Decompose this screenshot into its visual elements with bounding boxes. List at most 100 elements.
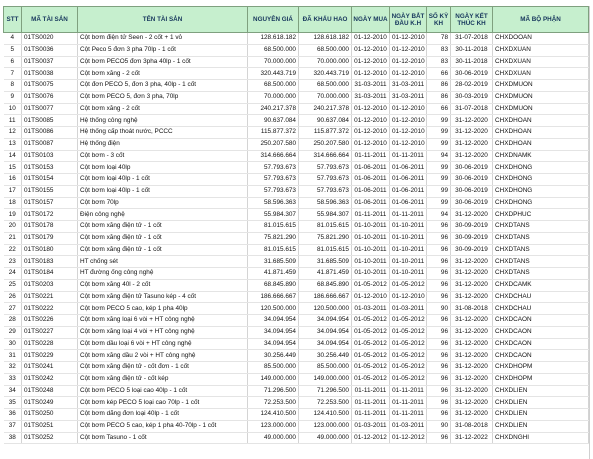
cell-department[interactable]: CHXDMUON: [492, 103, 589, 116]
cell-stt[interactable]: 13: [3, 138, 22, 151]
cell-purchase-date[interactable]: 01-05-2012: [351, 314, 390, 327]
cell-department[interactable]: CHXDHONG: [492, 173, 589, 186]
cell-depreciated[interactable]: 55.984.307: [298, 208, 352, 221]
cell-original-cost[interactable]: 41.871.459: [247, 267, 299, 280]
cell-end-date[interactable]: 31-12-2020: [450, 279, 493, 292]
cell-depreciated[interactable]: 75.821.290: [298, 232, 352, 245]
cell-asset-name[interactable]: Cột bơm PECO 5 loại cao 40lp - 1 cốt: [77, 385, 248, 398]
cell-depreciated[interactable]: 123.000.000: [298, 420, 352, 433]
cell-start-date[interactable]: 01-10-2011: [389, 220, 427, 233]
cell-end-date[interactable]: 31-12-2022: [450, 432, 493, 445]
cell-purchase-date[interactable]: 01-12-2010: [351, 138, 390, 151]
table-row[interactable]: 13 01TS0087 Hệ thống điện 250.207.580 250.20…: [3, 138, 589, 151]
cell-stt[interactable]: 8: [3, 79, 22, 92]
cell-asset-name[interactable]: Cột bơm kép PECO 5 loại cao 70lp - 1 cốt: [77, 396, 248, 409]
cell-asset-name[interactable]: Cột bơm loại 40lp - 1 cốt: [77, 173, 248, 186]
cell-end-date[interactable]: 30-11-2018: [450, 44, 493, 57]
cell-end-date[interactable]: 31-12-2020: [450, 326, 493, 339]
cell-asset-code[interactable]: 01TS0154: [21, 173, 78, 186]
cell-start-date[interactable]: 01-12-2010: [389, 126, 427, 139]
cell-periods[interactable]: 99: [426, 185, 451, 198]
cell-asset-code[interactable]: 01TS0036: [21, 44, 78, 57]
cell-department[interactable]: CHXDCHAU: [492, 291, 589, 304]
cell-original-cost[interactable]: 57.793.673: [247, 161, 299, 174]
column-header-department[interactable]: MÃ BỘ PHẬN: [492, 6, 589, 33]
cell-start-date[interactable]: 01-12-2010: [389, 103, 427, 116]
cell-start-date[interactable]: 01-11-2011: [389, 385, 427, 398]
cell-stt[interactable]: 11: [3, 114, 22, 127]
cell-stt[interactable]: 26: [3, 291, 22, 304]
cell-depreciated[interactable]: 58.596.363: [298, 197, 352, 210]
cell-original-cost[interactable]: 57.793.673: [247, 185, 299, 198]
cell-end-date[interactable]: 31-07-2018: [450, 103, 493, 116]
cell-asset-name[interactable]: Cột bơm PECO 5, đơn 3 pha, 70lp: [77, 91, 248, 104]
cell-periods[interactable]: 96: [426, 408, 451, 421]
cell-department[interactable]: CHXDNGHI: [492, 432, 589, 445]
cell-periods[interactable]: 86: [426, 79, 451, 92]
table-row[interactable]: 31 01TS0229 Cột bơm xăng dầu 2 vòi + HT cô…: [3, 349, 589, 362]
cell-depreciated[interactable]: 72.253.500: [298, 396, 352, 409]
cell-depreciated[interactable]: 68.845.890: [298, 279, 352, 292]
cell-asset-name[interactable]: Cột bơm xăng điện tử Tasuno kép - 4 cốt: [77, 291, 248, 304]
cell-original-cost[interactable]: 31.685.509: [247, 255, 299, 268]
cell-asset-code[interactable]: 01TS0157: [21, 197, 78, 210]
cell-purchase-date[interactable]: 01-11-2011: [351, 208, 390, 221]
cell-asset-code[interactable]: 01TS0241: [21, 361, 78, 374]
cell-asset-code[interactable]: 01TS0228: [21, 338, 78, 351]
cell-asset-name[interactable]: Cột bơm xăng loại 6 vòi + HT công nghệ: [77, 314, 248, 327]
cell-original-cost[interactable]: 75.821.290: [247, 232, 299, 245]
cell-original-cost[interactable]: 90.637.084: [247, 114, 299, 127]
cell-asset-name[interactable]: Cột bơm PECO5 đơn 3pha 40lp - 1 cốt: [77, 56, 248, 69]
cell-original-cost[interactable]: 314.666.664: [247, 150, 299, 163]
cell-department[interactable]: CHXDCAON: [492, 314, 589, 327]
cell-department[interactable]: CHXDHONG: [492, 185, 589, 198]
cell-stt[interactable]: 33: [3, 373, 22, 386]
cell-depreciated[interactable]: 57.793.673: [298, 161, 352, 174]
cell-asset-name[interactable]: HT chống sét: [77, 255, 248, 268]
cell-stt[interactable]: 19: [3, 208, 22, 221]
cell-end-date[interactable]: 30-09-2019: [450, 244, 493, 257]
table-row[interactable]: 10 01TS0077 Cột bơm xăng - 2 cốt 240.217.37…: [3, 103, 589, 116]
cell-original-cost[interactable]: 58.596.363: [247, 197, 299, 210]
cell-department[interactable]: CHXDCAMK: [492, 279, 589, 292]
cell-original-cost[interactable]: 81.015.615: [247, 220, 299, 233]
cell-depreciated[interactable]: 120.500.000: [298, 302, 352, 315]
cell-purchase-date[interactable]: 01-05-2012: [351, 326, 390, 339]
cell-original-cost[interactable]: 85.500.000: [247, 361, 299, 374]
cell-depreciated[interactable]: 49.000.000: [298, 432, 352, 445]
cell-periods[interactable]: 99: [426, 126, 451, 139]
cell-department[interactable]: CHXDTANS: [492, 255, 589, 268]
cell-end-date[interactable]: 31-07-2018: [450, 32, 493, 45]
cell-stt[interactable]: 5: [3, 44, 22, 57]
cell-purchase-date[interactable]: 01-03-2011: [351, 302, 390, 315]
cell-start-date[interactable]: 01-03-2011: [389, 302, 427, 315]
cell-stt[interactable]: 10: [3, 103, 22, 116]
table-row[interactable]: 38 01TS0252 Cột bơm Tasuno - 1 cốt 49.000.0…: [3, 432, 589, 445]
cell-periods[interactable]: 96: [426, 314, 451, 327]
cell-department[interactable]: CHXDHOAN: [492, 138, 589, 151]
cell-depreciated[interactable]: 57.793.673: [298, 173, 352, 186]
cell-periods[interactable]: 96: [426, 338, 451, 351]
cell-purchase-date[interactable]: 01-12-2010: [351, 44, 390, 57]
cell-asset-name[interactable]: Cột bơm xăng loại 4 vòi + HT công nghệ: [77, 326, 248, 339]
cell-depreciated[interactable]: 70.000.000: [298, 91, 352, 104]
cell-end-date[interactable]: 30-06-2019: [450, 173, 493, 186]
cell-purchase-date[interactable]: 01-12-2010: [351, 114, 390, 127]
cell-end-date[interactable]: 31-12-2020: [450, 408, 493, 421]
cell-asset-code[interactable]: 01TS0153: [21, 161, 78, 174]
cell-stt[interactable]: 34: [3, 385, 22, 398]
cell-start-date[interactable]: 01-10-2011: [389, 244, 427, 257]
cell-start-date[interactable]: 01-11-2011: [389, 408, 427, 421]
cell-periods[interactable]: 96: [426, 361, 451, 374]
cell-department[interactable]: CHXDTANS: [492, 267, 589, 280]
cell-start-date[interactable]: 01-12-2010: [389, 44, 427, 57]
column-header-periods[interactable]: SỐ KỲ KH: [426, 6, 451, 33]
cell-purchase-date[interactable]: 31-03-2011: [351, 79, 390, 92]
table-row[interactable]: 29 01TS0227 Cột bơm xăng loại 4 vòi + HT c…: [3, 326, 589, 339]
cell-department[interactable]: CHXDCHAU: [492, 302, 589, 315]
cell-stt[interactable]: 4: [3, 32, 22, 45]
cell-department[interactable]: CHXDPHUC: [492, 208, 589, 221]
cell-start-date[interactable]: 01-05-2012: [389, 361, 427, 374]
cell-end-date[interactable]: 31-12-2020: [450, 314, 493, 327]
cell-original-cost[interactable]: 68.500.000: [247, 79, 299, 92]
